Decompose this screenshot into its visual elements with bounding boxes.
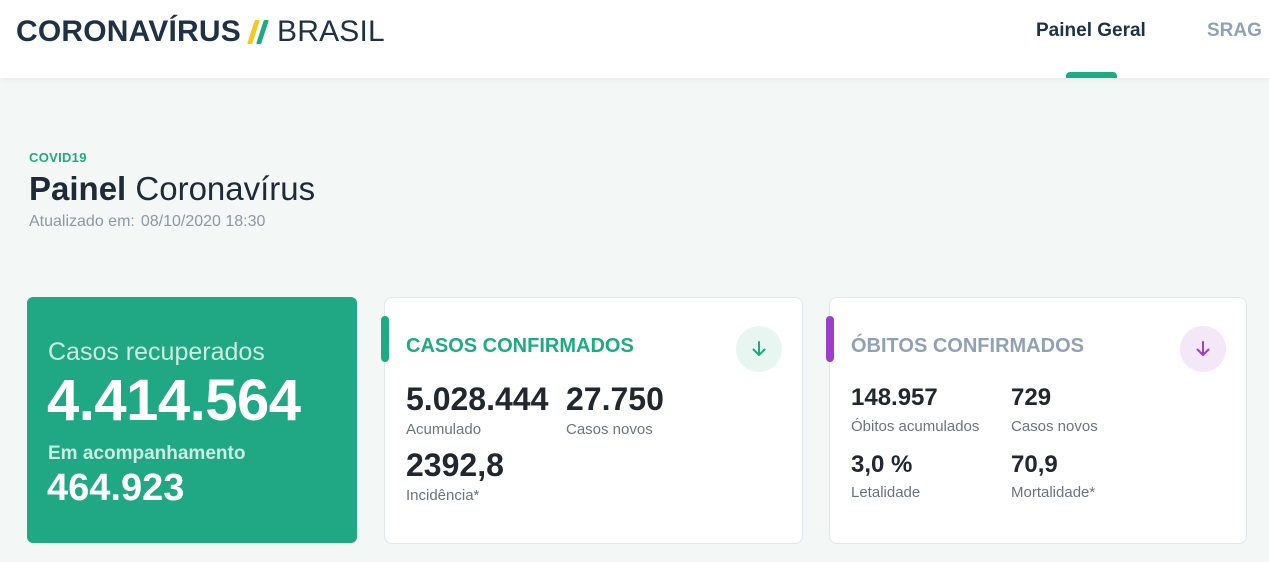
logo-light-text: BRASIL — [277, 15, 385, 48]
confirmados-novos-value: 27.750 — [566, 381, 664, 417]
obitos-letalidade-label: Letalidade — [851, 484, 921, 501]
updated-value: 08/10/2020 18:30 — [140, 213, 266, 230]
confirmados-download-button[interactable] — [736, 326, 782, 372]
page-title-bold: Painel — [29, 170, 127, 207]
acompanhamento-value: 464.923 — [47, 467, 185, 509]
obitos-confirmados-card: ÓBITOS CONFIRMADOS 148.957 Óbitos acumul… — [826, 297, 1247, 544]
updated-label: Atualizado em: — [29, 213, 135, 230]
recuperados-value: 4.414.564 — [47, 368, 301, 433]
arrow-down-icon — [1196, 341, 1210, 356]
obitos-title: ÓBITOS CONFIRMADOS — [851, 335, 1084, 357]
logo-bold-text: CORONAVÍRUS — [16, 15, 241, 48]
site-logo[interactable]: CORONAVÍRUS BRASIL — [16, 14, 385, 50]
confirmados-acumulado-value: 5.028.444 — [406, 381, 549, 417]
confirmados-incidencia-label: Incidência* — [406, 487, 480, 504]
section-eyebrow: COVID19 — [29, 150, 87, 165]
confirmados-incidencia-value: 2392,8 — [406, 447, 504, 483]
obitos-letalidade-value: 3,0 % — [851, 451, 913, 478]
obitos-mortalidade-label: Mortalidade* — [1011, 484, 1096, 501]
obitos-download-button[interactable] — [1180, 326, 1226, 372]
top-header: CORONAVÍRUS BRASIL Painel Geral SRAG — [0, 0, 1269, 78]
obitos-acumulados-value: 148.957 — [851, 384, 938, 411]
recuperados-label: Casos recuperados — [48, 338, 265, 366]
confirmados-novos-label: Casos novos — [566, 421, 653, 438]
recuperados-card: Casos recuperados 4.414.564 Em acompanha… — [27, 297, 357, 543]
updated-timestamp: Atualizado em: 08/10/2020 18:30 — [29, 213, 271, 231]
obitos-mortalidade-value: 70,9 — [1011, 451, 1058, 478]
casos-confirmados-card: CASOS CONFIRMADOS 5.028.444 Acumulado 27… — [381, 297, 803, 544]
obitos-novos-value: 729 — [1011, 384, 1052, 411]
logo-slashes-icon — [247, 19, 269, 45]
arrow-down-icon — [752, 341, 766, 356]
page-title: Painel Coronavírus — [29, 170, 315, 208]
obitos-acumulados-label: Óbitos acumulados — [851, 418, 980, 435]
obitos-accent-bar — [826, 316, 834, 362]
nav-srag[interactable]: SRAG — [1207, 20, 1262, 42]
confirmados-acumulado-label: Acumulado — [406, 421, 482, 438]
page-title-regular: Coronavírus — [135, 170, 316, 207]
acompanhamento-label: Em acompanhamento — [48, 443, 246, 464]
nav-active-indicator — [1066, 72, 1117, 78]
nav-painel-geral[interactable]: Painel Geral — [1036, 20, 1146, 42]
confirmados-accent-bar — [381, 316, 389, 362]
confirmados-title: CASOS CONFIRMADOS — [406, 335, 634, 357]
obitos-novos-label: Casos novos — [1011, 418, 1098, 435]
